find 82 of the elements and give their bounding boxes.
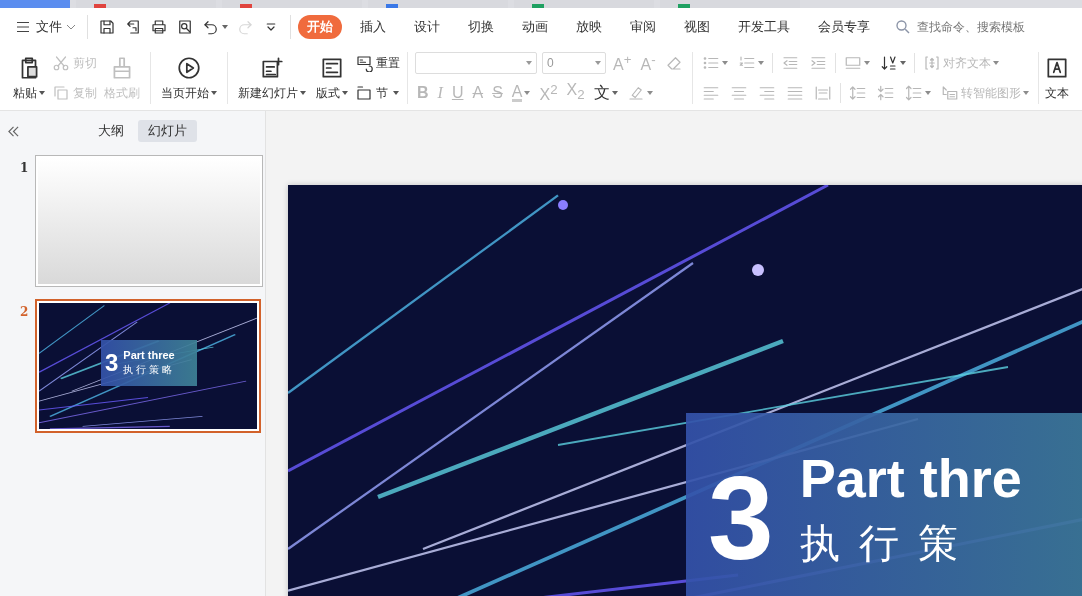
textdir-icon bbox=[843, 54, 862, 72]
caret-icon bbox=[595, 61, 601, 65]
section-button[interactable]: 节 bbox=[355, 84, 400, 102]
export-icon bbox=[124, 18, 142, 36]
save-icon bbox=[98, 18, 116, 36]
newslide-button[interactable]: 新建幻灯片 bbox=[235, 54, 309, 102]
slide-number: 2 bbox=[20, 304, 26, 319]
layout-button[interactable]: 版式 bbox=[313, 54, 351, 102]
print-icon bbox=[150, 18, 168, 36]
view-tab[interactable]: 幻灯片 bbox=[138, 120, 197, 142]
caret-icon bbox=[222, 25, 228, 29]
search-icon bbox=[894, 18, 912, 36]
newslide-icon bbox=[259, 54, 285, 81]
slide-number: 1 bbox=[20, 160, 26, 175]
slide-subtitle: 执 行 策 略 bbox=[123, 363, 173, 377]
search-field[interactable]: 查找命令、搜索模板 bbox=[894, 18, 1059, 36]
caret-icon bbox=[300, 91, 306, 95]
caret-icon bbox=[899, 61, 906, 65]
slide-title: Part thre bbox=[799, 447, 1022, 510]
caret-icon bbox=[757, 61, 764, 65]
indent-icon bbox=[808, 54, 827, 72]
slide-title: Part three bbox=[123, 349, 175, 361]
caret-icon bbox=[721, 61, 728, 65]
ribbon-tab[interactable]: 动画 bbox=[512, 15, 558, 39]
eraser-icon bbox=[664, 54, 683, 72]
pinyin-button[interactable]: 文 bbox=[591, 83, 620, 103]
slide-thumbnail[interactable] bbox=[35, 155, 263, 287]
preview-icon bbox=[176, 18, 194, 36]
text-box-button[interactable]: 文本 bbox=[1041, 46, 1072, 110]
copy-icon bbox=[52, 84, 70, 102]
caret-icon bbox=[646, 91, 653, 95]
ribbon-tab[interactable]: 设计 bbox=[404, 15, 450, 39]
smartart-icon bbox=[940, 84, 959, 102]
section-number: 3 bbox=[708, 451, 774, 586]
ribbon-tab[interactable]: 视图 bbox=[674, 15, 720, 39]
reset-icon bbox=[355, 54, 373, 72]
redo-icon bbox=[236, 18, 254, 36]
sort-icon bbox=[879, 54, 898, 72]
document-tab[interactable] bbox=[514, 0, 654, 8]
document-tab[interactable] bbox=[660, 0, 800, 8]
document-tab[interactable] bbox=[222, 0, 362, 8]
distribute-icon bbox=[813, 84, 832, 102]
outdent-icon bbox=[780, 54, 799, 72]
ribbon-tab[interactable]: 切换 bbox=[458, 15, 504, 39]
document-tab[interactable] bbox=[368, 0, 508, 8]
ribbon-tab[interactable]: 审阅 bbox=[620, 15, 666, 39]
bullets-icon bbox=[701, 54, 720, 72]
view-tab[interactable]: 大纲 bbox=[88, 120, 134, 142]
caret-icon bbox=[992, 61, 999, 65]
center-icon bbox=[729, 84, 748, 102]
ribbon-tab[interactable]: 放映 bbox=[566, 15, 612, 39]
chevron-icon bbox=[66, 24, 76, 30]
caret-icon bbox=[393, 91, 399, 95]
ribbon-tab[interactable]: 会员专享 bbox=[808, 15, 880, 39]
caret-icon bbox=[211, 91, 217, 95]
caret-icon bbox=[524, 91, 531, 95]
collapse-icon[interactable] bbox=[7, 125, 20, 137]
ribbon-tab[interactable]: 插入 bbox=[350, 15, 396, 39]
play-icon bbox=[176, 54, 202, 81]
undo-icon bbox=[202, 18, 220, 36]
cut-icon bbox=[52, 54, 70, 72]
caret-icon bbox=[39, 91, 45, 95]
caret-icon bbox=[924, 91, 931, 95]
font-name-field[interactable] bbox=[415, 52, 537, 74]
section-icon bbox=[355, 84, 373, 102]
caret-icon bbox=[526, 61, 532, 65]
paste-button[interactable]: 粘贴 bbox=[10, 54, 48, 102]
section-number: 3 bbox=[105, 349, 119, 377]
file-menu[interactable]: 文件 bbox=[10, 18, 80, 36]
play-button[interactable]: 当页开始 bbox=[158, 54, 220, 102]
caret-icon bbox=[611, 91, 618, 95]
slide-subtitle: 执 行 策 bbox=[799, 520, 963, 567]
reset-button[interactable]: 重置 bbox=[355, 54, 400, 72]
ribbon-tab[interactable]: 开发工具 bbox=[728, 15, 800, 39]
justify-icon bbox=[785, 84, 804, 102]
caret-icon bbox=[863, 61, 870, 65]
right-icon bbox=[757, 84, 776, 102]
document-tab[interactable] bbox=[76, 0, 216, 8]
caret-icon bbox=[1022, 91, 1029, 95]
caret-icon bbox=[342, 91, 348, 95]
left-icon bbox=[701, 84, 720, 102]
aligntext-icon bbox=[922, 54, 941, 72]
